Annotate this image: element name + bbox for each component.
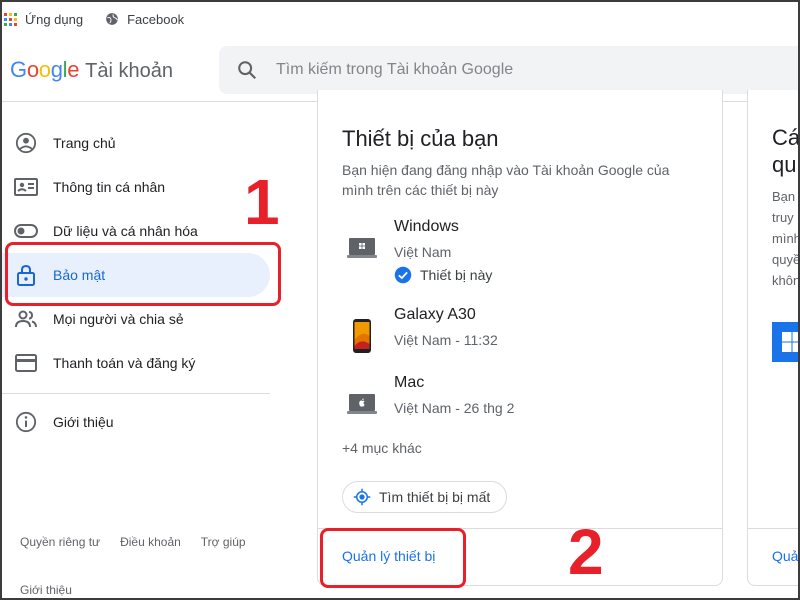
side-card-divider	[748, 528, 800, 529]
apps-grid-icon	[4, 12, 17, 26]
card-title: Thiết bị của bạn	[342, 126, 499, 151]
bookmarks-bar: Ứng dụng Facebook	[0, 0, 800, 38]
help-link[interactable]: Trợ giúp	[201, 535, 246, 549]
side-card-title-line: qu	[772, 152, 797, 177]
side-card-description: Bạn truy mình quyề khôn	[772, 186, 800, 291]
terms-link[interactable]: Điều khoản	[120, 535, 181, 549]
id-card-icon	[14, 175, 38, 199]
find-lost-device-button[interactable]: Tìm thiết bị bị mất	[342, 481, 508, 513]
logo-letter: G	[10, 56, 27, 82]
toggle-icon	[14, 219, 38, 243]
logo-letter: o	[26, 56, 39, 82]
privacy-link[interactable]: Quyền riêng tư	[20, 535, 100, 549]
sidebar-item-label: Mọi người và chia sẻ	[53, 311, 184, 327]
sidebar-item-label: Trang chủ	[53, 135, 116, 151]
annotation-box-manage	[320, 528, 466, 588]
about-link[interactable]: Giới thiệu	[20, 583, 72, 597]
logo-letter: o	[38, 56, 51, 82]
bookmark-label: Ứng dụng	[25, 11, 84, 27]
phone-icon	[342, 316, 382, 356]
sidebar-item-payments[interactable]: Thanh toán và đăng ký	[0, 341, 270, 385]
account-circle-icon	[14, 131, 38, 155]
device-item[interactable]: Windows Việt Nam Thiết bị này	[342, 218, 702, 284]
device-location: Việt Nam - 26 thg 2	[394, 400, 515, 416]
find-button-label: Tìm thiết bị bị mất	[379, 489, 491, 505]
side-card-link[interactable]: Quả	[772, 548, 800, 564]
windows-logo-icon	[772, 322, 800, 362]
info-icon	[14, 410, 38, 434]
sidebar-nav: Trang chủ Thông tin cá nhân Dữ liệu và c…	[0, 103, 280, 600]
device-location: Việt Nam - 11:32	[394, 332, 498, 348]
side-card-title-line: Cá	[772, 125, 800, 150]
search-input[interactable]	[276, 61, 756, 79]
side-card-desc-line: mình	[772, 231, 800, 246]
side-card-desc-line: khôn	[772, 273, 800, 288]
sidebar-item-about[interactable]: Giới thiệu	[0, 400, 270, 444]
bookmark-label: Facebook	[127, 11, 185, 27]
mac-laptop-icon	[342, 384, 382, 424]
side-card-desc-line: quyề	[772, 252, 800, 267]
globe-icon	[106, 13, 118, 25]
annotation-step-1: 1	[244, 166, 280, 238]
search-bar[interactable]	[219, 46, 800, 94]
device-status: Thiết bị này	[394, 266, 492, 284]
devices-card: Thiết bị của bạn Bạn hiện đang đăng nhập…	[317, 90, 723, 586]
annotation-step-2: 2	[568, 516, 604, 588]
bookmark-apps[interactable]: Ứng dụng	[4, 12, 83, 27]
more-devices-text: +4 mục khác	[342, 440, 422, 456]
device-name: Galaxy A30	[394, 306, 476, 323]
device-name: Windows	[394, 218, 459, 235]
credit-card-icon	[14, 351, 38, 375]
people-icon	[14, 307, 38, 331]
side-card-desc-line: truy	[772, 210, 794, 225]
search-icon[interactable]	[236, 59, 258, 81]
side-card-desc-line: Bạn	[772, 189, 796, 204]
side-card-title: Cá qu	[772, 124, 800, 178]
card-description: Bạn hiện đang đăng nhập vào Tài khoản Go…	[342, 162, 670, 198]
sidebar-item-label: Thanh toán và đăng ký	[53, 355, 196, 371]
bookmark-facebook[interactable]: Facebook	[105, 12, 184, 27]
device-name: Mac	[394, 374, 425, 391]
sidebar-item-label: Dữ liệu và cá nhân hóa	[53, 223, 198, 239]
footer-links: Quyền riêng tư Điều khoản Trợ giúp	[20, 535, 246, 549]
google-account-logo[interactable]: Google Tài khoản	[10, 57, 173, 83]
sidebar-item-home[interactable]: Trang chủ	[0, 121, 270, 165]
logo-letter: e	[67, 56, 80, 82]
sidebar-item-label: Giới thiệu	[53, 414, 114, 430]
device-status-text: Thiết bị này	[420, 267, 493, 283]
sidebar-item-label: Thông tin cá nhân	[53, 179, 166, 195]
logo-letter: g	[50, 56, 63, 82]
sidebar-divider	[0, 393, 270, 394]
product-name: Tài khoản	[85, 59, 173, 82]
sidebar-item-personal-info[interactable]: Thông tin cá nhân	[0, 165, 270, 209]
side-card: Cá qu Bạn truy mình quyề khôn Quả	[747, 90, 800, 586]
check-circle-icon	[394, 266, 412, 284]
windows-laptop-icon	[342, 228, 382, 268]
gps-target-icon	[353, 488, 371, 506]
device-location: Việt Nam	[394, 244, 452, 260]
device-item[interactable]: Galaxy A30 Việt Nam - 11:32	[342, 306, 702, 366]
device-item[interactable]: Mac Việt Nam - 26 thg 2	[342, 374, 702, 434]
annotation-box-security	[5, 242, 281, 306]
